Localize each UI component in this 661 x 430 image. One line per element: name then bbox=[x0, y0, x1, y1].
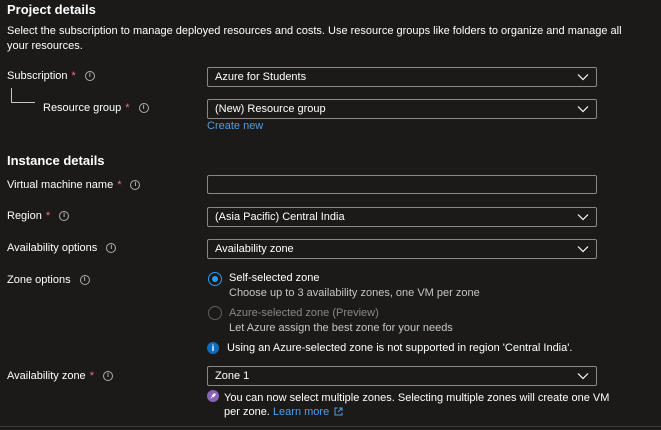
azure-selected-zone-description: Let Azure assign the best zone for your … bbox=[229, 322, 453, 334]
chevron-down-icon bbox=[577, 373, 589, 380]
radio-azure-selected-zone[interactable] bbox=[208, 306, 222, 320]
create-new-link[interactable]: Create new bbox=[207, 120, 263, 132]
availability-options-label: Availability options i bbox=[7, 242, 117, 254]
info-circle-icon[interactable]: i bbox=[106, 243, 117, 253]
learn-more-link[interactable]: Learn more bbox=[273, 406, 329, 418]
resource-group-label-text: Resource group bbox=[43, 102, 122, 114]
project-details-heading: Project details bbox=[7, 2, 96, 17]
zone-options-label: Zone options i bbox=[7, 274, 90, 286]
vm-create-basics-form: Project details Select the subscription … bbox=[0, 0, 661, 430]
required-indicator: * bbox=[117, 179, 122, 191]
availability-zone-label: Availability zone * i bbox=[7, 370, 113, 382]
project-description-line2: your resources. bbox=[7, 40, 83, 52]
availability-options-dropdown[interactable]: Availability zone bbox=[207, 239, 597, 259]
region-dropdown[interactable]: (Asia Pacific) Central India bbox=[207, 207, 597, 227]
availability-options-label-text: Availability options bbox=[7, 242, 98, 254]
subscription-dropdown[interactable]: Azure for Students bbox=[207, 67, 597, 87]
info-circle-icon[interactable]: i bbox=[59, 211, 70, 221]
chevron-down-icon bbox=[577, 106, 589, 113]
info-circle-icon[interactable]: i bbox=[102, 371, 113, 381]
multi-zone-note-line1: You can now select multiple zones. Selec… bbox=[224, 392, 610, 404]
chevron-down-icon bbox=[577, 214, 589, 221]
chevron-down-icon bbox=[577, 74, 589, 81]
region-label-text: Region bbox=[7, 210, 42, 222]
region-value: (Asia Pacific) Central India bbox=[215, 211, 345, 223]
project-description: Select the subscription to manage deploy… bbox=[7, 24, 622, 54]
info-circle-icon[interactable]: i bbox=[84, 71, 95, 81]
self-selected-zone-description: Choose up to 3 availability zones, one V… bbox=[229, 287, 480, 299]
rocket-icon bbox=[207, 390, 219, 402]
required-indicator: * bbox=[125, 102, 130, 114]
subscription-value: Azure for Students bbox=[215, 71, 307, 83]
availability-options-value: Availability zone bbox=[215, 243, 294, 255]
project-description-line1: Select the subscription to manage deploy… bbox=[7, 25, 622, 37]
zone-info-note: Using an Azure-selected zone is not supp… bbox=[227, 342, 573, 354]
info-circle-icon: i bbox=[207, 342, 219, 354]
availability-zone-dropdown[interactable]: Zone 1 bbox=[207, 366, 597, 386]
self-selected-zone-title[interactable]: Self-selected zone bbox=[229, 272, 320, 284]
info-circle-icon[interactable]: i bbox=[130, 180, 141, 190]
external-link-icon[interactable] bbox=[334, 407, 343, 416]
bottom-divider bbox=[0, 426, 661, 427]
info-circle-icon[interactable]: i bbox=[138, 103, 149, 113]
multi-zone-note-line2: per zone. Learn more bbox=[224, 405, 609, 419]
radio-self-selected-zone[interactable] bbox=[208, 272, 222, 286]
availability-zone-label-text: Availability zone bbox=[7, 370, 86, 382]
tree-connector bbox=[11, 88, 35, 103]
vm-name-input[interactable] bbox=[207, 175, 597, 194]
region-label: Region * i bbox=[7, 210, 70, 222]
resource-group-value: (New) Resource group bbox=[215, 103, 326, 115]
multi-zone-note-line2-text: per zone. bbox=[224, 406, 270, 418]
info-circle-icon[interactable]: i bbox=[79, 275, 90, 285]
resource-group-label: Resource group * i bbox=[43, 102, 149, 114]
required-indicator: * bbox=[45, 210, 51, 222]
zone-options-label-text: Zone options bbox=[7, 274, 71, 286]
subscription-label: Subscription * i bbox=[7, 70, 95, 82]
required-indicator: * bbox=[89, 370, 94, 382]
instance-details-heading: Instance details bbox=[7, 153, 105, 168]
vm-name-label-text: Virtual machine name bbox=[7, 179, 114, 191]
azure-selected-zone-title[interactable]: Azure-selected zone (Preview) bbox=[229, 307, 379, 319]
rocket-icon-glyph bbox=[210, 393, 216, 399]
chevron-down-icon bbox=[577, 246, 589, 253]
vm-name-label: Virtual machine name * i bbox=[7, 179, 141, 191]
availability-zone-value: Zone 1 bbox=[215, 370, 250, 382]
subscription-label-text: Subscription bbox=[7, 70, 68, 82]
multi-zone-note: You can now select multiple zones. Selec… bbox=[224, 391, 609, 419]
resource-group-dropdown[interactable]: (New) Resource group bbox=[207, 99, 597, 119]
required-indicator: * bbox=[71, 70, 76, 82]
